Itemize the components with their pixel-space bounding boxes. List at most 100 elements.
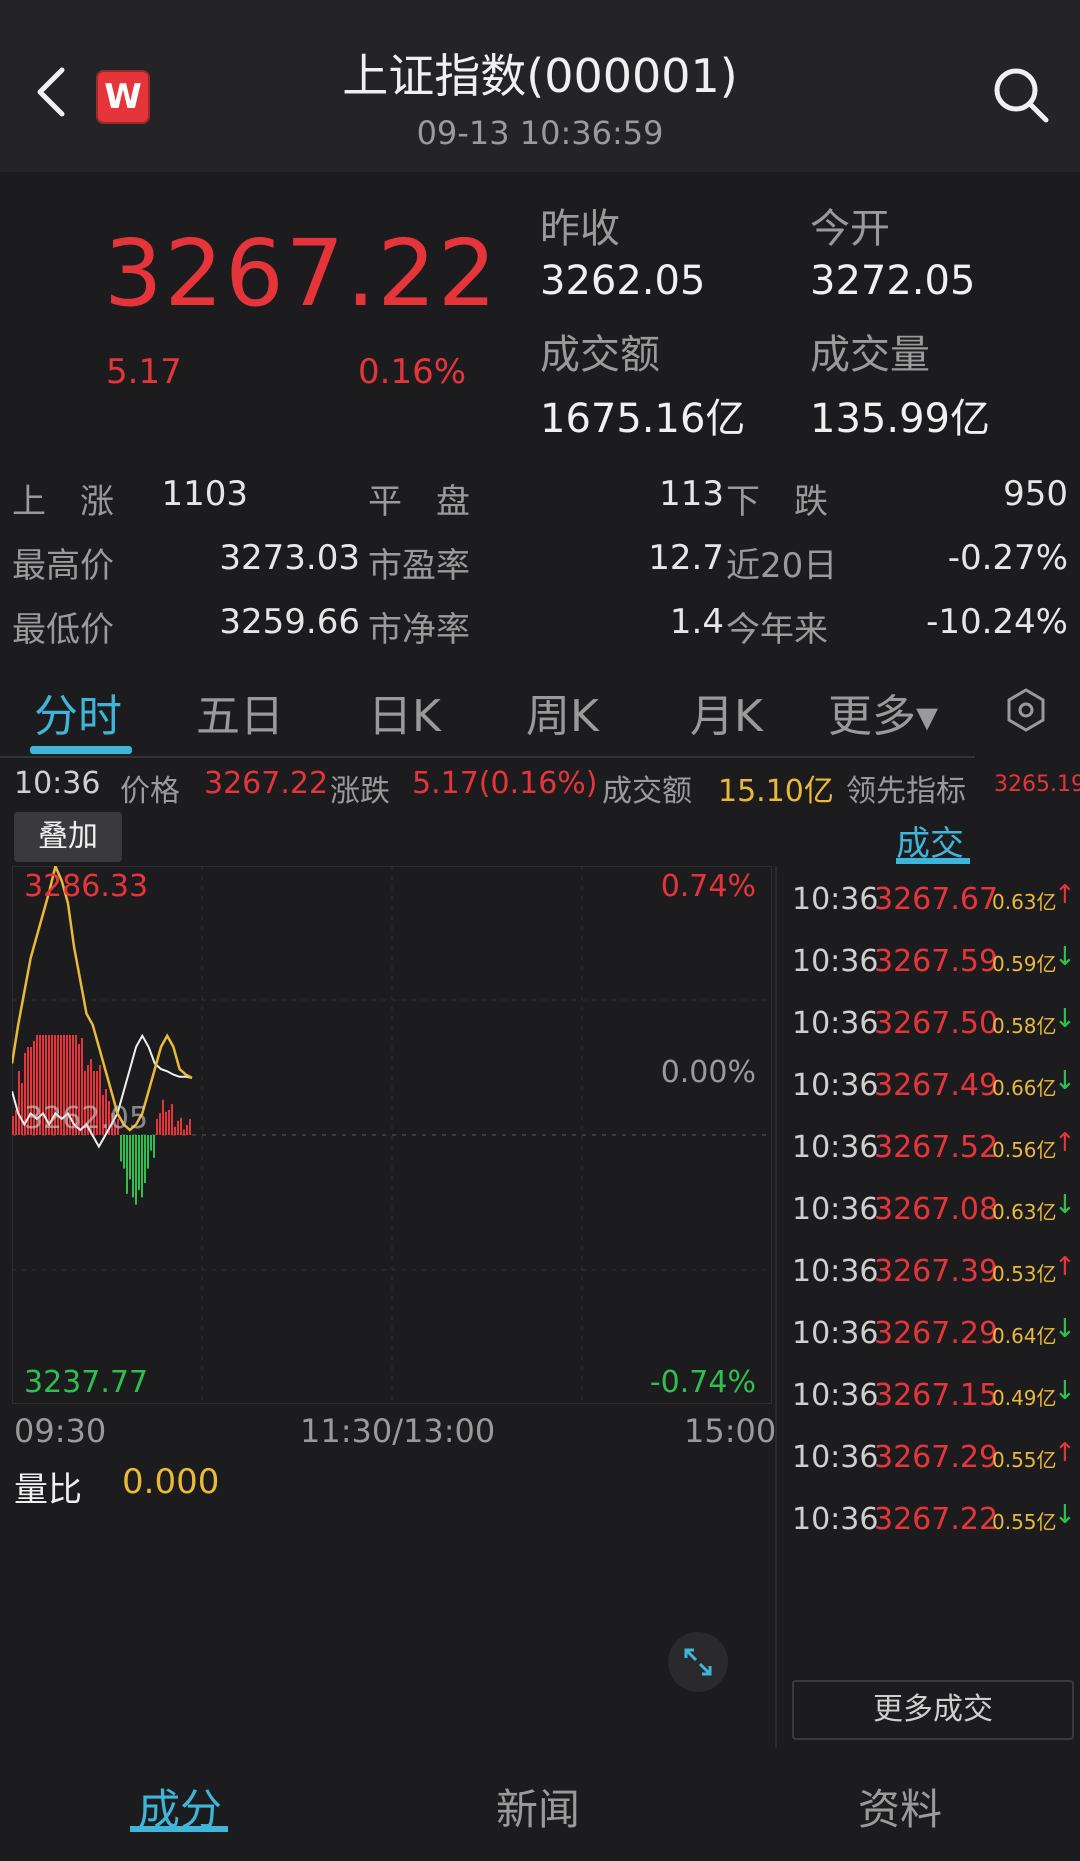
volume-bar xyxy=(162,1099,164,1135)
trade-time: 10:36 xyxy=(792,1378,879,1413)
advances-value: 1103 xyxy=(161,474,248,514)
pb-value: 1.4 xyxy=(669,602,724,642)
info-turnover-value: 15.10亿 xyxy=(718,774,834,809)
more-trades-button[interactable]: 更多成交 xyxy=(792,1680,1074,1740)
trade-time: 10:36 xyxy=(792,1440,879,1475)
y-axis-bottom-label: 3237.77 xyxy=(24,1365,148,1400)
pct-axis-top-label: 0.74% xyxy=(661,869,756,904)
settings-icon xyxy=(1007,688,1045,732)
quote-timestamp: 09-13 10:36:59 xyxy=(416,114,664,152)
tab-weekly-k[interactable]: 周K xyxy=(526,680,599,744)
trade-row: 10:36 3267.29 0.64亿 ↓ xyxy=(784,1302,1080,1362)
arrow-down-icon: ↓ xyxy=(1054,1190,1076,1220)
volume-bar xyxy=(147,1135,149,1169)
pe-value: 12.7 xyxy=(648,538,724,578)
arrow-up-icon: ↑ xyxy=(1054,1438,1076,1468)
panel-divider xyxy=(775,866,777,1748)
arrow-up-icon: ↑ xyxy=(1054,880,1076,910)
trade-price: 3267.22 xyxy=(874,1502,999,1537)
volume-bar xyxy=(186,1125,188,1135)
prev-close-label: 昨收 xyxy=(540,206,620,252)
expand-chart-button[interactable] xyxy=(668,1632,728,1692)
volume-bar xyxy=(180,1117,182,1135)
trade-time: 10:36 xyxy=(792,1130,879,1165)
volume-label: 成交量 xyxy=(810,332,930,378)
tab-monthly-k[interactable]: 月K xyxy=(690,680,763,744)
tab-five-day[interactable]: 五日 xyxy=(196,680,284,744)
twenty-day-label: 近20日 xyxy=(726,546,838,586)
pct-axis-bottom-label: -0.74% xyxy=(650,1365,756,1400)
volume-bar xyxy=(138,1135,140,1191)
x-axis-label-midday: 11:30/13:00 xyxy=(300,1412,496,1450)
bottom-nav-indicator xyxy=(130,1826,228,1832)
volume-bar xyxy=(159,1113,161,1135)
chart-settings-button[interactable] xyxy=(1002,686,1050,734)
unchanged-label: 平 盘 xyxy=(368,482,470,522)
trade-time: 10:36 xyxy=(792,1316,879,1351)
price-change: 5.17 xyxy=(106,352,182,392)
trade-time: 10:36 xyxy=(792,1192,879,1227)
tab-news[interactable]: 新闻 xyxy=(496,1776,580,1837)
trade-time: 10:36 xyxy=(792,944,879,979)
volume-bar xyxy=(153,1135,155,1158)
chart-tabs: 分时 五日 日K 周K 月K 更多▾ xyxy=(0,680,975,756)
trade-row: 10:36 3267.08 0.63亿 ↓ xyxy=(784,1178,1080,1238)
advances-label: 上 涨 xyxy=(12,482,114,522)
open-value: 3272.05 xyxy=(810,258,976,304)
high-value: 3273.03 xyxy=(219,538,360,578)
info-change-label: 涨跌 xyxy=(330,774,390,809)
intraday-chart[interactable]: 3286.33 3262.05 3237.77 0.74% 0.00% -0.7… xyxy=(12,866,772,1404)
page-title: 上证指数(000001) xyxy=(342,49,738,103)
tab-more[interactable]: 更多▾ xyxy=(828,680,938,744)
trade-price: 3267.39 xyxy=(874,1254,999,1289)
tab-intraday[interactable]: 分时 xyxy=(34,680,122,744)
volume-bar xyxy=(126,1135,128,1194)
pct-axis-mid-label: 0.00% xyxy=(661,1055,756,1090)
info-leader-value: 3265.19 xyxy=(994,772,1080,797)
trade-row: 10:36 3267.29 0.55亿 ↑ xyxy=(784,1426,1080,1486)
info-change-value: 5.17(0.16%) xyxy=(412,766,598,801)
info-price-label: 价格 xyxy=(120,774,180,809)
trade-volume: 0.55亿 xyxy=(992,1448,1057,1472)
volume-bar xyxy=(177,1120,179,1135)
trade-row: 10:36 3267.52 0.56亿 ↑ xyxy=(784,1116,1080,1176)
arrow-down-icon: ↓ xyxy=(1054,942,1076,972)
trade-time: 10:36 xyxy=(792,1068,879,1103)
pe-label: 市盈率 xyxy=(368,546,470,586)
stats-row-high: 最高价 3273.03 市盈率 12.7 近20日 -0.27% xyxy=(12,528,1068,592)
trade-row: 10:36 3267.50 0.58亿 ↓ xyxy=(784,992,1080,1052)
turnover-label: 成交额 xyxy=(540,332,660,378)
price-change-percent: 0.16% xyxy=(358,352,467,392)
trade-row: 10:36 3267.39 0.53亿 ↑ xyxy=(784,1240,1080,1300)
volume-bar xyxy=(168,1110,170,1135)
trade-price: 3267.08 xyxy=(874,1192,999,1227)
declines-label: 下 跌 xyxy=(726,482,828,522)
prev-close-value: 3262.05 xyxy=(540,258,706,304)
trade-row: 10:36 3267.59 0.59亿 ↓ xyxy=(784,930,1080,990)
trade-price: 3267.15 xyxy=(874,1378,999,1413)
low-value: 3259.66 xyxy=(219,602,360,642)
trade-volume: 0.63亿 xyxy=(992,890,1057,914)
volume-bar xyxy=(144,1135,146,1183)
crosshair-info-line: 10:36 价格 3267.22 涨跌 5.17(0.16%) 成交额 15.1… xyxy=(0,764,1080,809)
info-leader-label: 领先指标 xyxy=(846,774,966,809)
tab-daily-k[interactable]: 日K xyxy=(368,680,441,744)
stats-row-breadth: 上 涨 1103 平 盘 113 下 跌 950 xyxy=(12,464,1068,528)
trade-volume: 0.49亿 xyxy=(992,1386,1057,1410)
volume-bar xyxy=(150,1135,152,1151)
volume-bar xyxy=(171,1104,173,1135)
pb-label: 市净率 xyxy=(368,610,470,650)
x-axis-label-close: 15:00 xyxy=(684,1412,777,1450)
info-price-value: 3267.22 xyxy=(204,766,329,801)
trade-time: 10:36 xyxy=(792,1502,879,1537)
tab-profile[interactable]: 资料 xyxy=(858,1776,942,1837)
trade-row: 10:36 3267.22 0.55亿 ↓ xyxy=(784,1488,1080,1548)
overlay-button[interactable]: 叠加 xyxy=(14,812,122,862)
trade-row: 10:36 3267.67 0.63亿 ↑ xyxy=(784,868,1080,928)
volume-bar xyxy=(135,1135,137,1205)
volume-bar xyxy=(12,1116,14,1135)
arrow-down-icon: ↓ xyxy=(1054,1500,1076,1530)
volume-bar xyxy=(21,1083,23,1135)
search-button[interactable] xyxy=(990,64,1052,126)
trade-price: 3267.67 xyxy=(874,882,999,917)
